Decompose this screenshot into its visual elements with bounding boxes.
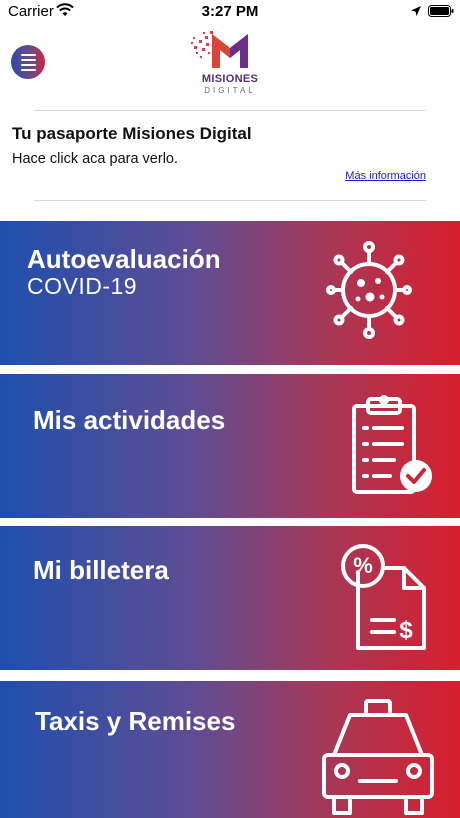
location-arrow-icon (411, 6, 421, 16)
virus-icon (326, 241, 412, 339)
more-info-link[interactable]: Más información (345, 170, 426, 182)
status-bar: Carrier 3:27 PM (0, 0, 460, 24)
tile-title: Mis actividades (33, 405, 226, 435)
tile-title: Autoevaluación (27, 244, 221, 274)
hamburger-icon (20, 53, 36, 56)
tile-mis-actividades[interactable]: Mis actividades (0, 374, 460, 518)
svg-text:%: % (353, 553, 373, 578)
tile-taxis-remises[interactable]: Taxis y Remises (0, 681, 460, 818)
invoice-icon: % $ (341, 544, 426, 650)
tile-subtitle: COVID-19 (27, 273, 138, 299)
logo-subtitle: DIGITAL (204, 86, 256, 95)
tile-title: Taxis y Remises (35, 706, 236, 736)
battery-icon (428, 5, 454, 17)
svg-text:$: $ (399, 617, 413, 644)
logo-name: MISIONES (201, 73, 259, 85)
tile-mi-billetera[interactable]: Mi billetera % $ (0, 526, 460, 670)
tile-title: Mi billetera (33, 555, 169, 585)
passport-text[interactable]: Hace click aca para verlo. (12, 151, 178, 167)
menu-button[interactable] (11, 45, 45, 79)
taxi-icon (322, 699, 434, 815)
clipboard-check-icon (352, 395, 432, 494)
passport-title[interactable]: Tu pasaporte Misiones Digital (12, 124, 252, 144)
divider (34, 200, 426, 201)
tile-autoevaluacion-covid[interactable]: Autoevaluación COVID-19 (0, 221, 460, 365)
status-time: 3:27 PM (201, 3, 259, 20)
divider (34, 110, 426, 111)
